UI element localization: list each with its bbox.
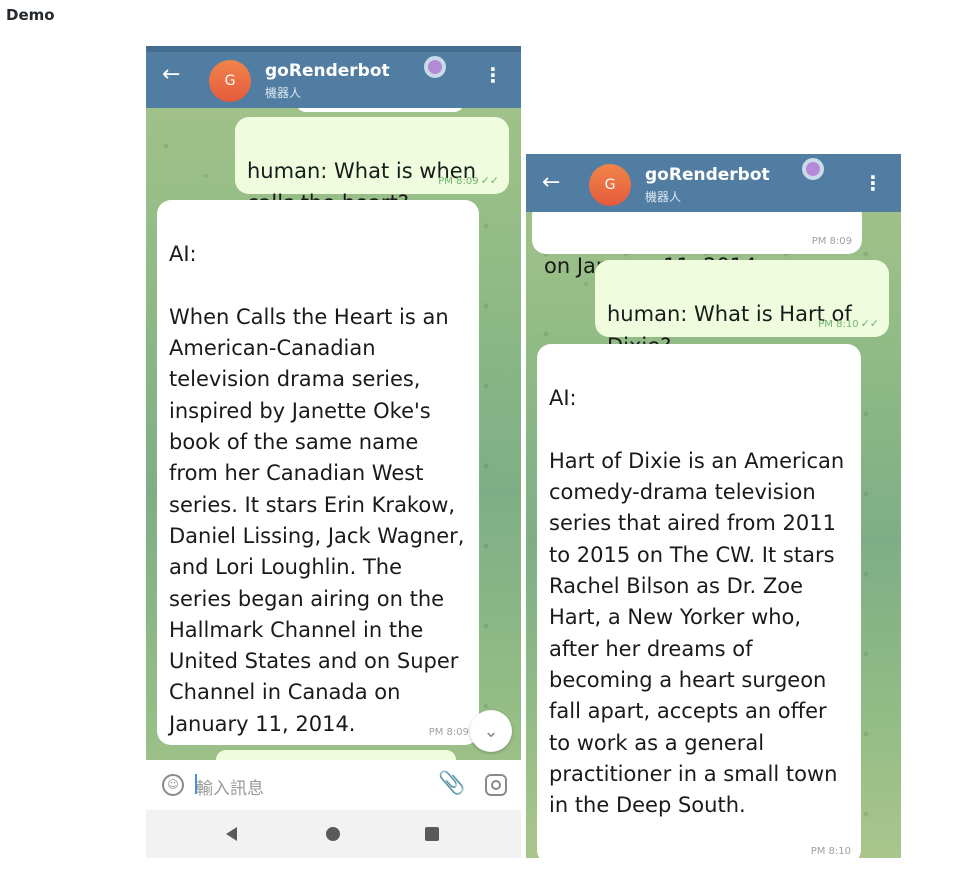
message-time: PM 8:10 [810, 846, 851, 857]
message-bubble-human[interactable]: human: What is when calls the heart? PM … [235, 117, 509, 215]
chat-screen-right: ← G goRenderbot 機器人 ⋮ on January 11, 201… [526, 154, 901, 858]
bot-avatar[interactable]: G [589, 164, 631, 206]
chevron-down-icon: ⌄ [483, 720, 499, 742]
back-arrow-icon[interactable]: ← [162, 64, 180, 86]
nav-back-icon[interactable] [226, 827, 237, 841]
bot-subtitle: 機器人 [265, 86, 302, 100]
message-time: PM 8:09 [811, 236, 852, 247]
message-input[interactable]: 輸入訊息 [196, 774, 264, 799]
message-time: PM 8:09 [438, 176, 479, 187]
chat-header: ← G goRenderbot 機器人 ⋮ [146, 46, 521, 108]
message-time: PM 8:09 [428, 727, 469, 738]
message-bubble-ai[interactable]: AI: Hart of Dixie is an American comedy-… [537, 344, 861, 858]
android-nav-bar [146, 810, 521, 858]
double-check-icon: ✓✓ [860, 317, 879, 330]
message-meta: PM 8:09 ✓✓ [438, 175, 499, 188]
message-meta: PM 8:09 [812, 236, 852, 248]
message-meta: PM 8:10 ✓✓ [818, 318, 879, 331]
camera-icon[interactable] [485, 774, 507, 796]
more-menu-icon[interactable]: ⋮ [483, 64, 503, 86]
back-arrow-icon[interactable]: ← [542, 172, 560, 194]
message-input-bar: ☺ 輸入訊息 📎 [146, 760, 521, 810]
nav-home-icon[interactable] [326, 827, 340, 841]
message-time: PM 8:10 [818, 319, 859, 330]
avatar-letter: G [224, 73, 236, 89]
status-bar [146, 46, 521, 52]
emoji-icon[interactable]: ☺ [162, 774, 184, 796]
bot-name[interactable]: goRenderbot [265, 61, 390, 81]
chat-header: ← G goRenderbot 機器人 ⋮ [526, 154, 901, 212]
message-bubble-ai[interactable]: AI: When Calls the Heart is an American-… [157, 200, 479, 745]
page-heading: Demo [6, 6, 55, 24]
touch-indicator [424, 56, 446, 78]
scroll-down-button[interactable]: ⌄ [470, 710, 512, 752]
bot-name[interactable]: goRenderbot [645, 165, 770, 185]
touch-indicator [802, 158, 824, 180]
more-menu-icon[interactable]: ⋮ [863, 172, 883, 194]
message-text: AI: Hart of Dixie is an American comedy-… [549, 386, 845, 818]
chat-screen-left: ← G goRenderbot 機器人 ⋮ human: What is whe… [146, 46, 521, 858]
attach-icon[interactable]: 📎 [438, 771, 465, 796]
message-bubble-human[interactable]: human: What is Hart of Dixie? PM 8:10✓✓ [595, 260, 889, 358]
bot-avatar[interactable]: G [209, 60, 251, 102]
message-meta: PM 8:10 [811, 846, 851, 858]
avatar-letter: G [604, 177, 616, 193]
double-check-icon: ✓✓ [480, 174, 499, 187]
nav-recents-icon[interactable] [425, 827, 439, 841]
message-text: AI: When Calls the Heart is an American-… [169, 242, 465, 736]
bot-subtitle: 機器人 [645, 190, 682, 204]
message-meta: PM 8:09 [429, 727, 469, 739]
